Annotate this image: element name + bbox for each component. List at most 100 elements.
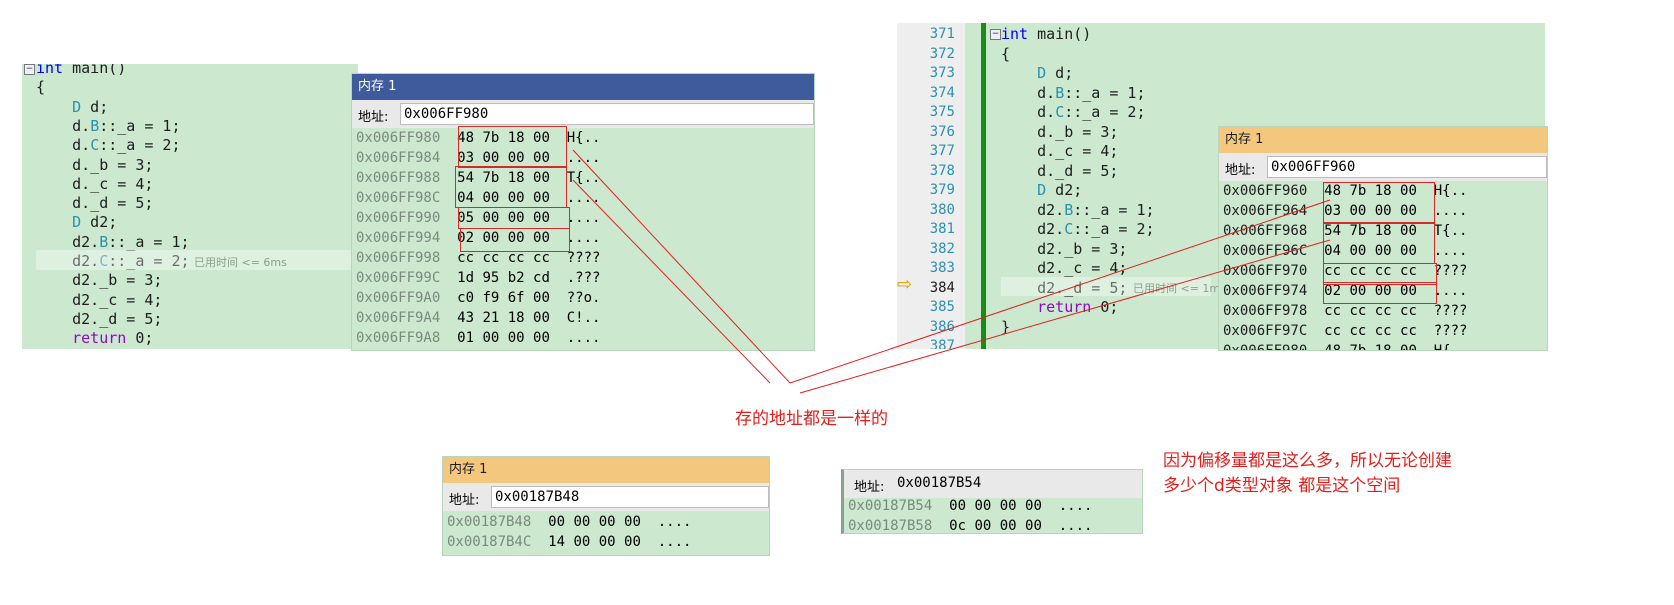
memory-address: 0x006FF990 <box>356 210 441 226</box>
address-label: 地址: <box>854 480 885 495</box>
address-input[interactable]: 0x006FF980 <box>400 103 814 125</box>
memory-address: 0x006FF994 <box>356 230 441 246</box>
line-number: 386 <box>929 318 955 335</box>
address-bar: 地址: 0x00187B48 <box>443 483 769 511</box>
memory-ascii: .... <box>1058 498 1093 514</box>
code-line: return 0; <box>1037 298 1119 316</box>
code-line: d._d = 5; <box>36 194 154 213</box>
memory-address: 0x006FF978 <box>1223 303 1308 319</box>
memory-ascii: .... <box>1433 243 1468 259</box>
memory-bytes: cc cc cc cc <box>1324 323 1417 339</box>
memory-ascii: ???? <box>566 250 601 266</box>
memory-ascii: ???? <box>1433 263 1468 279</box>
address-label: 地址: <box>1225 163 1256 178</box>
memory-ascii: H{.. <box>1433 183 1468 199</box>
memory-bytes: 01 00 00 00 <box>457 330 550 346</box>
memory-row: 0x006FF97C cc cc cc cc ???? <box>1223 321 1467 341</box>
address-bar: 地址: 0x006FF960 <box>1219 153 1547 181</box>
memory-row: 0x006FF99C 1d 95 b2 cd .??? <box>356 268 600 288</box>
memory-address: 0x006FF9A8 <box>356 330 441 346</box>
collapse-toggle-icon[interactable]: − <box>990 29 1001 40</box>
memory-bytes: 1d 95 b2 cd <box>457 270 550 286</box>
highlight-box <box>1323 282 1437 304</box>
highlight-box <box>458 207 570 229</box>
line-number: 381 <box>929 221 955 237</box>
code-line: d._b = 3; <box>1001 122 1119 141</box>
code-line: int main() <box>1001 25 1092 43</box>
code-line: d2.B::_a = 1; <box>36 232 190 251</box>
address-input[interactable]: 0x006FF960 <box>1267 156 1547 178</box>
memory-ascii: .... <box>1433 283 1468 299</box>
memory-address: 0x006FF964 <box>1223 203 1308 219</box>
memory-ascii: .... <box>566 190 601 206</box>
memory-address: 0x00187B48 <box>447 514 532 530</box>
code-line: d.C::_a = 2; <box>1001 103 1146 121</box>
memory-ascii: .... <box>566 150 601 166</box>
code-line: d2.B::_a = 1; <box>1001 200 1155 219</box>
code-line: d._c = 4; <box>36 174 154 193</box>
code-line: d._d = 5; <box>1001 161 1119 180</box>
memory-bytes: c0 f9 6f 00 <box>457 290 550 306</box>
code-line: d.B::_a = 1; <box>36 116 181 135</box>
code-line: d._b = 3; <box>36 155 154 174</box>
line-number: 384 <box>929 279 955 296</box>
memory-ascii: ??o. <box>566 290 601 306</box>
same-address-annotation: 存的地址都是一样的 <box>735 409 888 429</box>
address-input[interactable]: 0x00187B48 <box>491 486 769 508</box>
memory-row: 0x00187B54 00 00 00 00 .... <box>848 496 1092 516</box>
changed-lines-bar <box>981 23 986 349</box>
address-label: 地址: <box>449 493 480 508</box>
line-numbers: 371 372 373 374 375 376 377 378 379 380 381 382 383 3… <box>897 25 963 349</box>
memory-bytes: cc cc cc cc <box>1324 303 1417 319</box>
memory-ascii: T{.. <box>566 170 601 186</box>
code-line: { <box>1001 44 1011 63</box>
code-line: d._c = 4; <box>1001 142 1119 160</box>
memory-address: 0x006FF970 <box>1223 263 1308 279</box>
line-number: 375 <box>929 104 955 120</box>
code-line: d2._c = 4; <box>1001 259 1128 277</box>
memory-address: 0x006FF97C <box>1223 323 1308 339</box>
memory-bytes: 0c 00 00 00 <box>949 518 1042 534</box>
code-line: return 0; <box>72 329 154 348</box>
memory-row: 0x006FF9A4 43 21 18 00 C!.. <box>356 308 600 328</box>
elapsed-time-hint: 已用时间 <= 1m <box>1133 282 1221 295</box>
memory-bytes: 14 00 00 00 <box>548 534 641 550</box>
left-code-editor: − int main(){ D d; d.B::_a = 1; d.C::_a … <box>22 64 358 349</box>
line-number: 382 <box>929 240 955 257</box>
memory-row: 0x006FF9A8 01 00 00 00 .... <box>356 328 600 348</box>
memory-window-title: 内存 1 <box>1219 127 1547 153</box>
collapse-toggle-icon[interactable]: − <box>24 64 35 75</box>
memory-bytes: 48 7b 18 00 <box>1324 343 1417 351</box>
memory-ascii: .... <box>1058 518 1093 534</box>
memory-ascii: C!.. <box>566 310 601 326</box>
memory-ascii: ???? <box>1433 303 1468 319</box>
memory-bytes: cc cc cc cc <box>457 250 550 266</box>
memory-ascii: .... <box>566 230 601 246</box>
memory-address: 0x006FF96C <box>1223 243 1308 259</box>
memory-rows: 0x00187B54 00 00 00 00 .... 0x00187B58 0c… <box>844 496 1142 534</box>
address-label: 地址: <box>358 110 389 125</box>
explanation-annotation-line2: 多少个d类型对象 都是这个空间 <box>1163 476 1401 496</box>
memory-window-title: 内存 1 <box>352 74 814 100</box>
memory-ascii: H{.. <box>566 130 601 146</box>
memory-bytes: 43 21 18 00 <box>457 310 550 326</box>
memory-row: 0x006FF978 cc cc cc cc ???? <box>1223 301 1467 321</box>
code-line: d2._d = 5; <box>36 309 163 328</box>
address-input[interactable]: 0x00187B54 <box>894 473 1142 493</box>
memory-ascii: .... <box>657 534 692 550</box>
memory-address: 0x00187B58 <box>848 518 933 534</box>
line-number: 377 <box>929 143 955 159</box>
highlight-box <box>455 166 567 208</box>
memory-address: 0x00187B4C <box>447 534 532 550</box>
memory-ascii: H{.. <box>1433 343 1468 351</box>
line-number: 371 <box>929 26 955 42</box>
memory-address: 0x006FF968 <box>1223 223 1308 239</box>
memory-ascii: .... <box>566 330 601 346</box>
right-memory-window: 内存 1 地址: 0x006FF960 0x006FF960 48 7b 18 … <box>1218 126 1548 351</box>
memory-address: 0x006FF98C <box>356 190 441 206</box>
memory-ascii: .... <box>657 514 692 530</box>
code-line: } <box>1001 317 1011 336</box>
line-number: 379 <box>929 182 955 198</box>
explanation-annotation-line1: 因为偏移量都是这么多，所以无论创建 <box>1163 451 1452 471</box>
line-number: 383 <box>929 260 955 276</box>
